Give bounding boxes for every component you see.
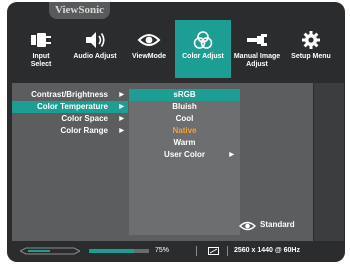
main-menu-list: Contrast/Brightness ▶ Color Temperature … xyxy=(12,89,128,137)
chevron-right-icon: ▶ xyxy=(119,92,124,98)
menu-item-color-temperature[interactable]: Color Temperature ▶ xyxy=(12,101,128,113)
submenu-item-label: Native xyxy=(172,126,197,135)
top-tab-bar: Input Select Audio Adjust ViewMode Color… xyxy=(7,20,345,80)
speaker-icon xyxy=(86,32,105,48)
tab-label: Manual Image xyxy=(233,53,281,60)
chevron-right-icon: ▶ xyxy=(119,128,124,134)
tab-color-adjust[interactable]: Color Adjust xyxy=(175,20,231,78)
menu-item-color-space[interactable]: Color Space ▶ xyxy=(12,113,128,125)
submenu-item-cool[interactable]: Cool xyxy=(129,113,240,125)
menu-item-label: Contrast/Brightness xyxy=(31,90,108,99)
osd-window: ViewSonic Input Select Audio Adjust View… xyxy=(7,2,345,262)
tab-label: Color Adjust xyxy=(182,53,224,60)
input-select-icon xyxy=(31,33,51,47)
gear-icon xyxy=(302,31,320,49)
menu-item-label: Color Temperature xyxy=(37,102,108,111)
submenu-item-label: Cool xyxy=(175,114,194,123)
submenu-item-label: User Color xyxy=(164,150,205,159)
color-temperature-submenu: sRGB Bluish Cool Native Warm User Color … xyxy=(129,89,240,235)
progress-percent: 75% xyxy=(155,247,170,254)
divider xyxy=(196,246,197,256)
wrench-icon xyxy=(247,34,267,46)
tab-viewmode[interactable]: ViewMode xyxy=(121,20,177,78)
progress-bar xyxy=(89,249,149,253)
tab-label: Adjust xyxy=(246,61,268,68)
menu-item-label: Color Space xyxy=(61,114,108,123)
status-bar: 75% 2560 x 1440 @ 60Hz xyxy=(12,244,341,258)
menu-panel: Contrast/Brightness ▶ Color Temperature … xyxy=(12,83,313,241)
tab-label: Audio Adjust xyxy=(73,53,117,60)
submenu-item-label: sRGB xyxy=(173,90,196,99)
tab-label: ViewMode xyxy=(131,53,167,60)
eye-icon xyxy=(239,221,256,231)
tab-audio-adjust[interactable]: Audio Adjust xyxy=(67,20,123,78)
submenu-item-label: Warm xyxy=(173,138,196,147)
chevron-right-icon: ▶ xyxy=(119,116,124,122)
submenu-item-user-color[interactable]: User Color ▶ xyxy=(129,149,240,161)
tab-manual-image-adjust[interactable]: Manual Image Adjust xyxy=(229,20,285,78)
tab-label: Input xyxy=(32,53,50,60)
tab-setup-menu[interactable]: Setup Menu xyxy=(283,20,339,78)
chevron-right-icon: ▶ xyxy=(229,152,234,158)
menu-item-label: Color Range xyxy=(60,126,108,135)
color-circles-icon xyxy=(193,31,213,49)
submenu-item-warm[interactable]: Warm xyxy=(129,137,240,149)
submenu-item-label: Bluish xyxy=(172,102,197,111)
divider xyxy=(227,246,228,256)
tab-label: Select xyxy=(30,61,52,68)
viewmode-label: Standard xyxy=(260,220,295,229)
side-panel xyxy=(314,83,344,241)
display-port-icon xyxy=(208,247,219,255)
submenu-item-srgb[interactable]: sRGB xyxy=(129,89,240,101)
submenu-item-native[interactable]: Native xyxy=(129,125,240,137)
chevron-right-icon: ▶ xyxy=(119,104,124,110)
brand-logo: ViewSonic xyxy=(49,2,110,19)
eye-icon xyxy=(137,34,161,46)
tab-input-select[interactable]: Input Select xyxy=(13,20,69,78)
resolution-readout: 2560 x 1440 @ 60Hz xyxy=(234,247,300,254)
menu-item-contrast-brightness[interactable]: Contrast/Brightness ▶ xyxy=(12,89,128,101)
battery-icon xyxy=(20,247,80,255)
tab-label: Setup Menu xyxy=(291,53,331,60)
progress-fill xyxy=(89,249,134,253)
submenu-item-bluish[interactable]: Bluish xyxy=(129,101,240,113)
menu-item-color-range[interactable]: Color Range ▶ xyxy=(12,125,128,137)
